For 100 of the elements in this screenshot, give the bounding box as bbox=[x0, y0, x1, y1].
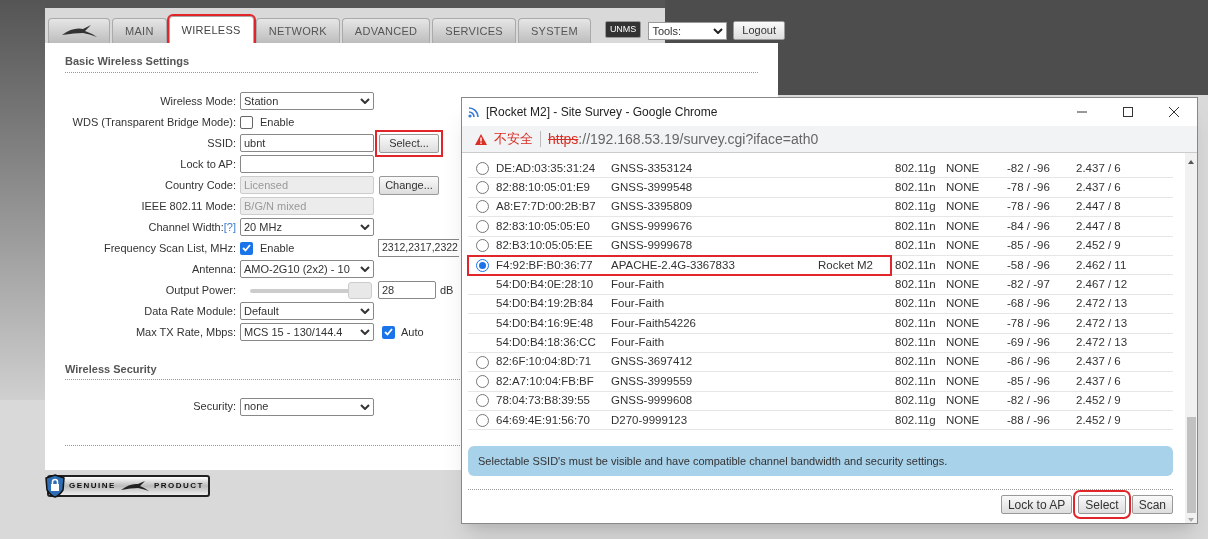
radio-button[interactable] bbox=[475, 394, 489, 408]
table-cell: A8:E7:7D:00:2B:B7 bbox=[496, 200, 596, 213]
dropdown[interactable]: AMO-2G10 (2x2) - 10 bbox=[240, 260, 374, 278]
table-cell: 802.11n bbox=[895, 316, 936, 329]
input-field[interactable]: 28 bbox=[378, 281, 436, 299]
table-cell: DE:AD:03:35:31:24 bbox=[496, 161, 596, 174]
table-cell: GNSS-9999678 bbox=[611, 239, 693, 252]
tab[interactable]: ADVANCED bbox=[341, 18, 431, 43]
tab[interactable]: MAIN bbox=[112, 18, 167, 43]
dropdown[interactable]: Station bbox=[240, 92, 374, 110]
checkbox[interactable] bbox=[382, 325, 395, 339]
radio-button[interactable] bbox=[475, 161, 489, 175]
select-button[interactable]: Select... bbox=[379, 133, 439, 153]
scroll-down-icon bbox=[1187, 517, 1195, 523]
field-label: Frequency Scan List, MHz: bbox=[103, 240, 236, 256]
dialog-button[interactable]: Lock to AP bbox=[1000, 495, 1073, 515]
checkbox[interactable] bbox=[240, 115, 253, 129]
address-text[interactable]: https://192.168.53.19/survey.cgi?iface=ath0 bbox=[548, 128, 819, 150]
tab[interactable]: SYSTEM bbox=[518, 18, 591, 43]
table-cell: GNSS-3353124 bbox=[611, 161, 693, 174]
table-cell: 802.11g bbox=[895, 161, 936, 174]
table-cell: 802.11g bbox=[895, 413, 936, 426]
input-field[interactable]: ubnt bbox=[240, 134, 374, 152]
field-label: Lock to AP: bbox=[180, 156, 236, 172]
field-label: Output Power: bbox=[165, 282, 236, 298]
radio-button[interactable] bbox=[475, 239, 489, 253]
field-label: Country Code: bbox=[165, 177, 236, 193]
table-cell: 802.11n bbox=[895, 336, 936, 349]
security-warning-text: 不安全 bbox=[494, 130, 533, 149]
field-label: Security: bbox=[193, 399, 236, 415]
input-field[interactable]: 2312,2317,2322 bbox=[378, 239, 459, 257]
warning-icon bbox=[474, 132, 488, 146]
radio-button[interactable] bbox=[475, 375, 489, 388]
table-cell: Four-Faith54226 bbox=[611, 316, 697, 329]
radio-button[interactable] bbox=[475, 355, 489, 369]
dropdown[interactable]: none bbox=[240, 397, 374, 416]
unms-badge[interactable]: UNMS bbox=[604, 20, 642, 38]
table-cell: 54:D0:B4:18:36:CC bbox=[496, 336, 596, 349]
dropdown[interactable]: Default bbox=[240, 302, 374, 320]
scroll-thumb[interactable] bbox=[1186, 417, 1196, 513]
table-cell: 54:D0:B4:16:9E:48 bbox=[496, 316, 594, 329]
table-cell: NONE bbox=[946, 355, 980, 368]
checkbox[interactable] bbox=[240, 241, 253, 255]
field-label: SSID: bbox=[207, 135, 236, 151]
table-cell: NONE bbox=[946, 258, 980, 271]
scrollbar[interactable] bbox=[1185, 153, 1197, 523]
tools-dropdown[interactable]: Tools: bbox=[648, 22, 728, 40]
table-cell: NONE bbox=[946, 161, 980, 174]
help-link[interactable]: [?] bbox=[223, 218, 236, 236]
table-cell: 64:69:4E:91:56:70 bbox=[496, 413, 590, 426]
table-cell: 802.11n bbox=[895, 277, 936, 290]
antenna-logo-icon bbox=[119, 480, 150, 492]
input-field: B/G/N mixed bbox=[240, 197, 374, 215]
tab[interactable]: NETWORK bbox=[255, 18, 340, 43]
slider-thumb[interactable] bbox=[348, 281, 372, 299]
checkbox-label: Enable bbox=[260, 240, 295, 256]
unit-label: dB bbox=[440, 282, 454, 298]
table-cell: 802.11n bbox=[895, 258, 936, 271]
window-title: [Rocket M2] - Site Survey - Google Chrome bbox=[486, 104, 719, 121]
table-cell: GNSS-9999608 bbox=[611, 394, 693, 407]
dialog-button[interactable]: Scan bbox=[1131, 495, 1173, 515]
table-cell: 802.11g bbox=[895, 200, 936, 213]
dropdown[interactable]: 20 MHz bbox=[240, 218, 374, 236]
table-cell: Rocket M2 bbox=[818, 258, 873, 271]
table-cell: 2.472 / 13 bbox=[1076, 316, 1128, 329]
table-cell: NONE bbox=[946, 374, 980, 387]
table-cell: NONE bbox=[946, 394, 980, 407]
input-field: Licensed bbox=[240, 176, 374, 194]
table-cell: 2.437 / 6 bbox=[1076, 180, 1121, 193]
table-cell: NONE bbox=[946, 297, 980, 310]
table-cell: -68 / -96 bbox=[1007, 297, 1050, 310]
tab[interactable]: SERVICES bbox=[432, 18, 516, 43]
table-cell: F4:92:BF:B0:36:77 bbox=[496, 258, 593, 271]
radio-button[interactable] bbox=[475, 413, 489, 427]
table-cell: NONE bbox=[946, 277, 980, 290]
field-label: Max TX Rate, Mbps: bbox=[135, 324, 236, 340]
radio-button[interactable] bbox=[475, 219, 489, 233]
table-cell: NONE bbox=[946, 180, 980, 193]
shield-lock-icon bbox=[45, 474, 65, 498]
radio-button[interactable] bbox=[475, 181, 489, 195]
chevron-down-icon bbox=[360, 403, 370, 410]
chevron-down-icon bbox=[360, 266, 370, 272]
input-field[interactable] bbox=[240, 155, 374, 173]
logo-tab[interactable] bbox=[48, 18, 110, 43]
slider[interactable] bbox=[250, 281, 372, 299]
table-cell: 2.437 / 6 bbox=[1076, 161, 1121, 174]
table-cell: -78 / -96 bbox=[1007, 180, 1050, 193]
dropdown[interactable]: MCS 15 - 130/144.4 bbox=[240, 323, 374, 341]
antenna-logo-icon bbox=[61, 24, 97, 38]
table-cell: Four-Faith bbox=[611, 336, 665, 349]
change-button[interactable]: Change... bbox=[379, 175, 439, 195]
logout-button[interactable]: Logout bbox=[733, 21, 785, 40]
table-cell: -78 / -96 bbox=[1007, 316, 1050, 329]
radio-button[interactable] bbox=[475, 200, 489, 214]
table-cell: 2.437 / 6 bbox=[1076, 355, 1121, 368]
tab[interactable]: WIRELESS bbox=[168, 16, 254, 43]
table-cell: -69 / -96 bbox=[1007, 336, 1050, 349]
field-label: WDS (Transparent Bridge Mode): bbox=[72, 114, 236, 130]
table-cell: Four-Faith bbox=[611, 297, 665, 310]
table-cell: GNSS-3999548 bbox=[611, 180, 693, 193]
